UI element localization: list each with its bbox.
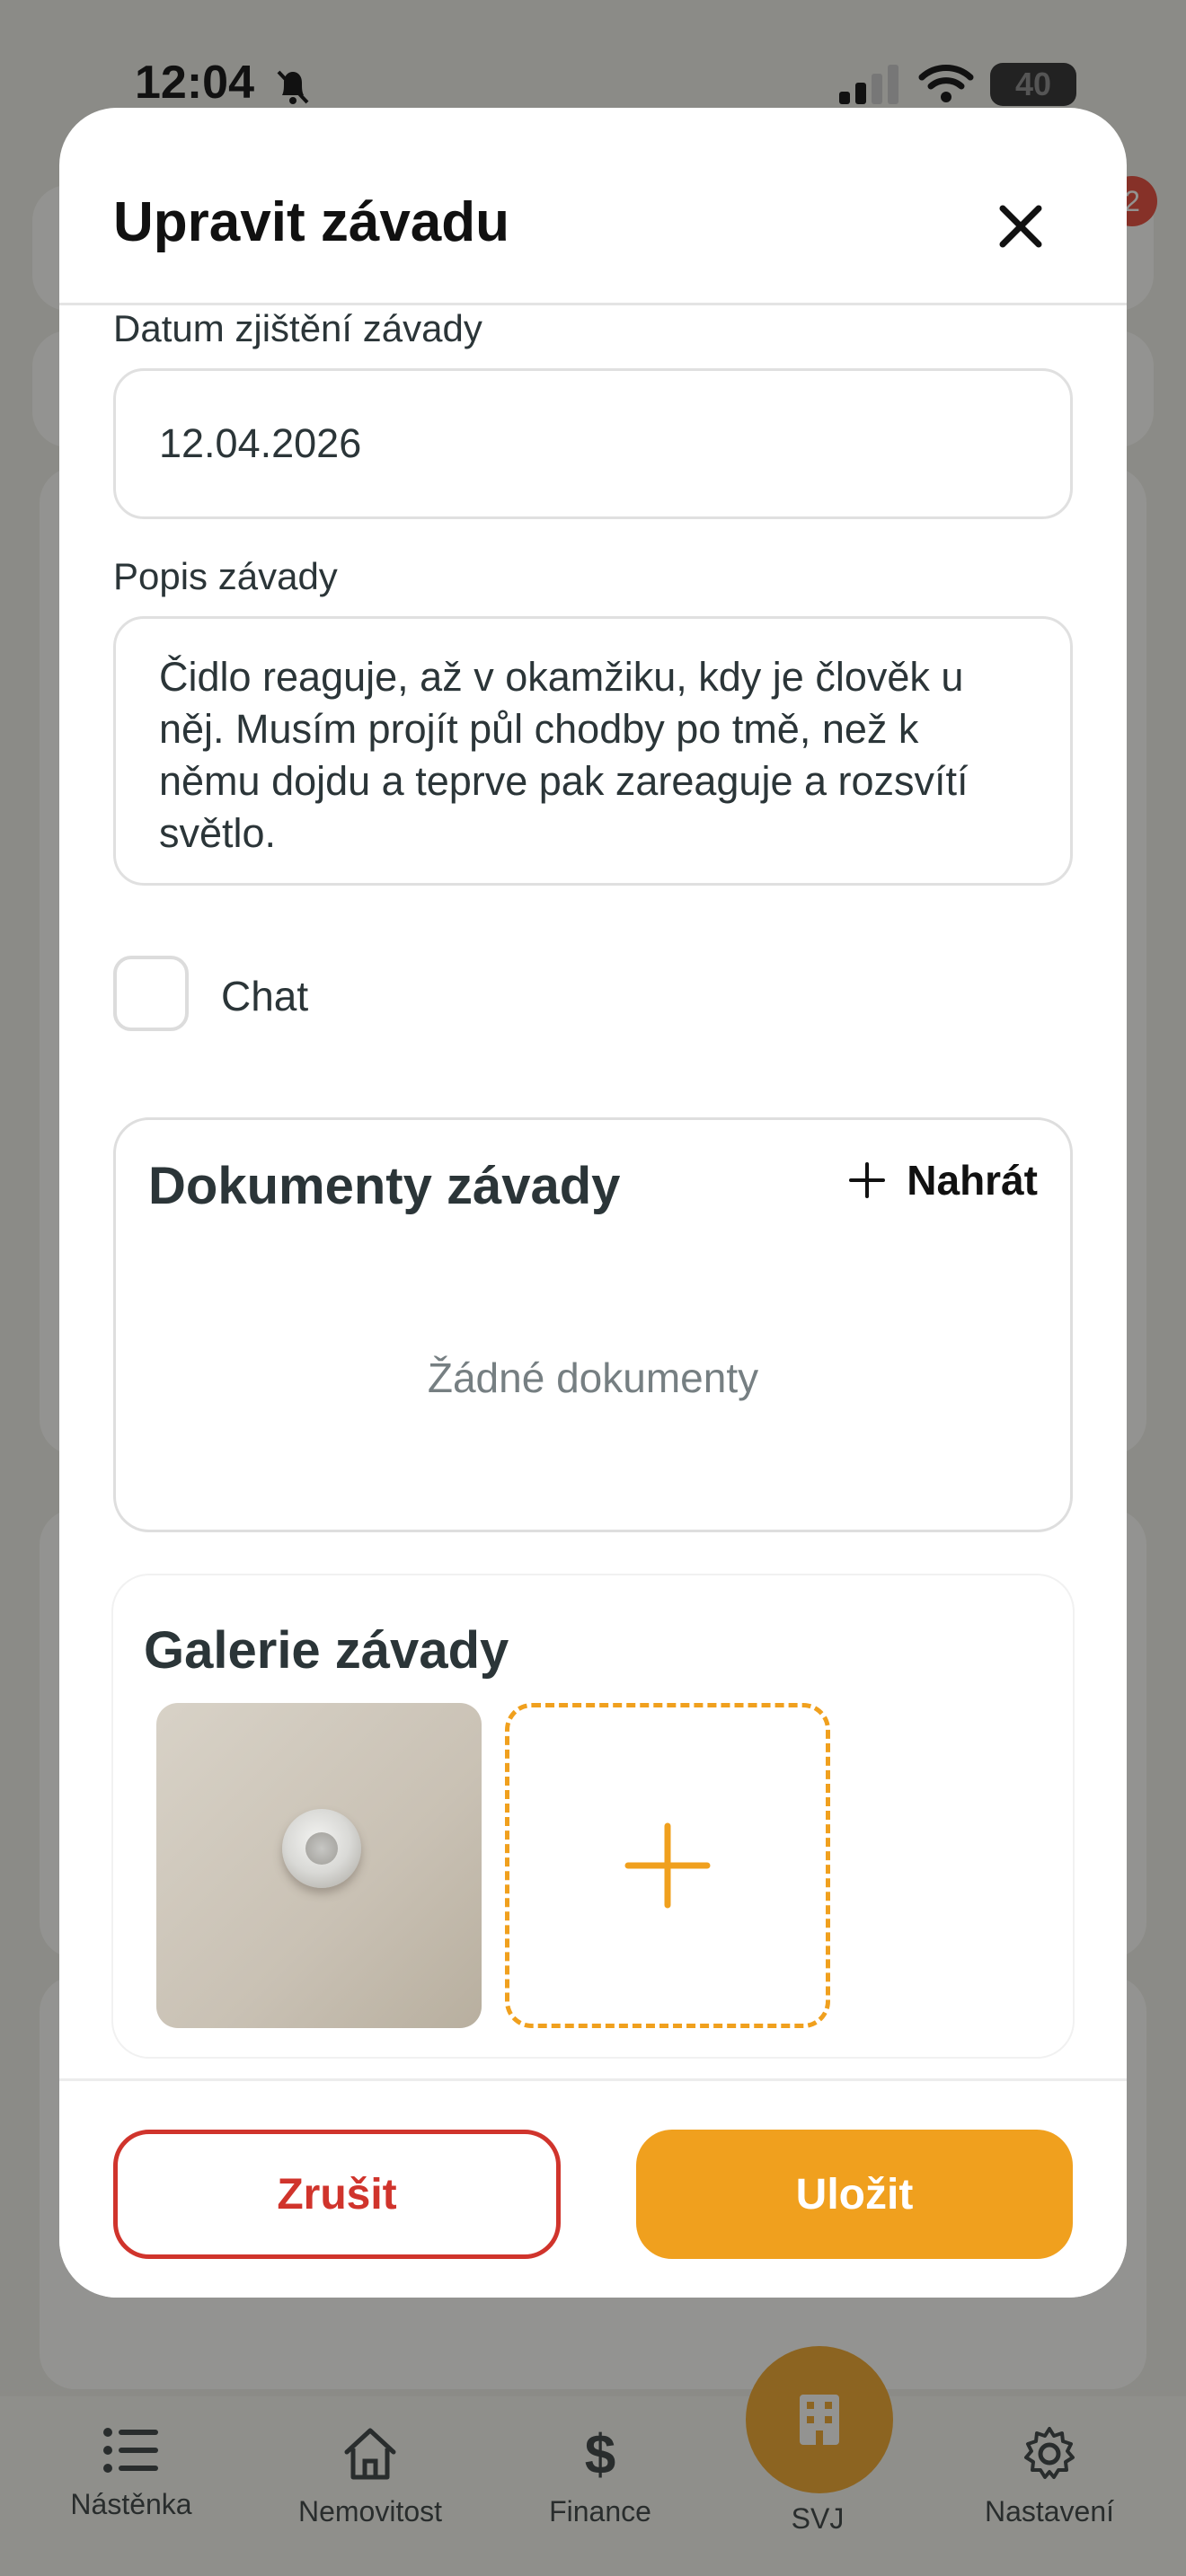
description-line: něj. Musím projít půl chodby po tmě, než… <box>159 706 919 752</box>
documents-card: Dokumenty závady Nahrát Žádné dokumenty <box>113 1117 1073 1532</box>
description-line: světlo. <box>159 810 277 856</box>
plus-icon <box>624 1822 711 1909</box>
close-icon <box>999 205 1042 248</box>
modal-footer: Zrušit Uložit <box>59 2078 1127 2298</box>
description-text: Čidlo reaguje, až v okamžiku, kdy je člo… <box>159 651 969 860</box>
save-button[interactable]: Uložit <box>636 2130 1073 2259</box>
upload-button[interactable]: Nahrát <box>849 1156 1038 1204</box>
date-field-value: 12.04.2026 <box>159 420 362 466</box>
chat-checkbox-label: Chat <box>221 973 309 1019</box>
bell-off-icon <box>277 70 309 104</box>
chat-checkbox[interactable] <box>113 956 189 1031</box>
close-button[interactable] <box>988 194 1053 259</box>
date-field[interactable]: 12.04.2026 <box>113 368 1073 519</box>
battery-indicator: 40 <box>990 63 1076 106</box>
status-bar: 12:04 40 <box>0 0 1186 109</box>
gallery-photo-thumbnail[interactable] <box>156 1703 482 2028</box>
documents-empty-text: Žádné dokumenty <box>427 1354 759 1401</box>
add-photo-button[interactable] <box>505 1703 830 2028</box>
description-line: němu dojdu a teprve pak zareaguje a rozs… <box>159 758 969 804</box>
wifi-icon <box>918 65 974 102</box>
upload-label: Nahrát <box>907 1157 1038 1204</box>
description-line: Čidlo reaguje, až v okamžiku, kdy je člo… <box>159 654 964 700</box>
description-field-label: Popis závady <box>113 555 338 597</box>
date-field-label: Datum zjištění závady <box>113 307 482 349</box>
modal-title: Upravit závadu <box>113 191 510 253</box>
gallery-card: Galerie závady <box>113 1575 1073 2057</box>
signal-icon <box>839 65 898 104</box>
plus-icon <box>849 1162 886 1198</box>
modal-header: Upravit závadu <box>59 108 1127 305</box>
documents-title: Dokumenty závady <box>148 1157 621 1215</box>
gallery-title: Galerie závady <box>144 1621 509 1680</box>
cancel-button[interactable]: Zrušit <box>113 2130 561 2259</box>
motion-sensor-image <box>282 1809 361 1888</box>
edit-defect-modal: Upravit závadu Datum zjištění závady 12.… <box>59 108 1127 2298</box>
description-textarea[interactable]: Čidlo reaguje, až v okamžiku, kdy je člo… <box>113 616 1073 886</box>
status-time: 12:04 <box>135 57 254 109</box>
